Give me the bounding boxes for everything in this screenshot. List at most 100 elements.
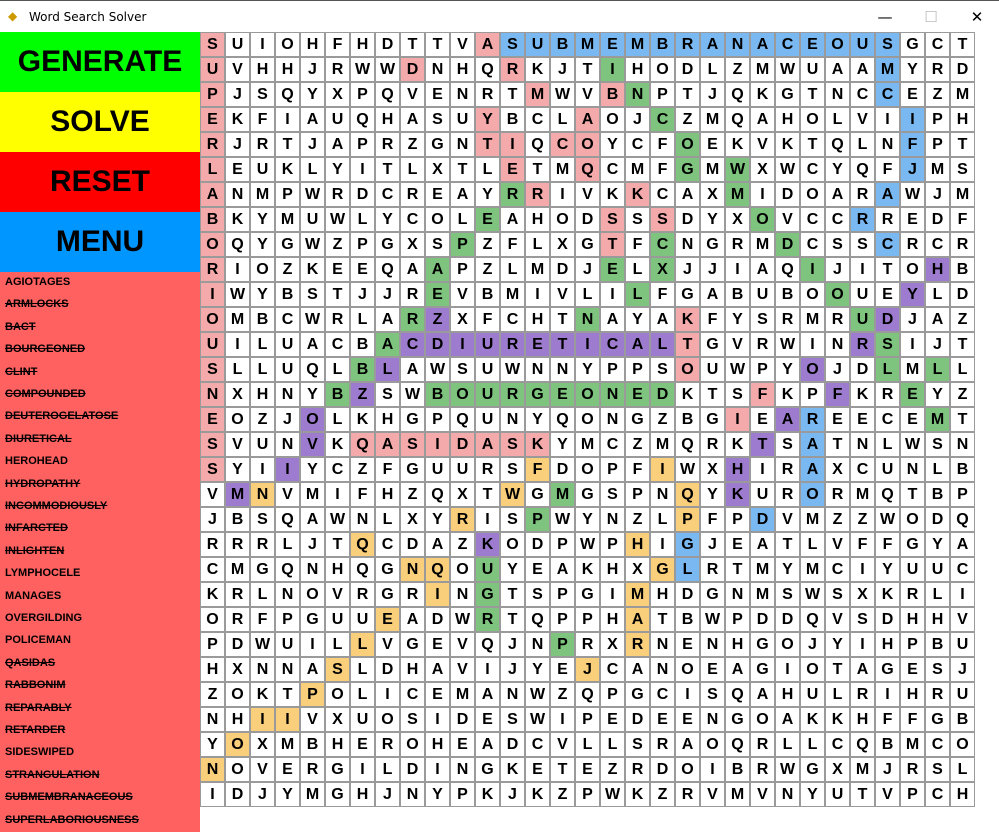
grid-cell[interactable]: E <box>200 107 225 132</box>
grid-cell[interactable]: W <box>250 632 275 657</box>
grid-cell[interactable]: N <box>200 382 225 407</box>
grid-cell[interactable]: R <box>325 57 350 82</box>
grid-cell[interactable]: I <box>575 332 600 357</box>
maximize-button[interactable]: ☐ <box>908 1 954 33</box>
grid-cell[interactable]: B <box>200 207 225 232</box>
grid-cell[interactable]: L <box>875 432 900 457</box>
grid-cell[interactable]: C <box>825 557 850 582</box>
grid-cell[interactable]: W <box>425 357 450 382</box>
grid-cell[interactable]: T <box>600 232 625 257</box>
grid-cell[interactable]: C <box>800 157 825 182</box>
grid-cell[interactable]: U <box>450 107 475 132</box>
grid-cell[interactable]: E <box>800 32 825 57</box>
grid-cell[interactable]: R <box>800 407 825 432</box>
grid-cell[interactable]: J <box>700 257 725 282</box>
grid-cell[interactable]: H <box>375 407 400 432</box>
grid-cell[interactable]: G <box>275 232 300 257</box>
grid-cell[interactable]: V <box>775 207 800 232</box>
grid-cell[interactable]: B <box>500 107 525 132</box>
grid-cell[interactable]: L <box>575 282 600 307</box>
grid-cell[interactable]: S <box>850 607 875 632</box>
grid-cell[interactable]: C <box>650 107 675 132</box>
grid-cell[interactable]: R <box>650 732 675 757</box>
grid-cell[interactable]: S <box>500 457 525 482</box>
grid-cell[interactable]: U <box>475 332 500 357</box>
grid-cell[interactable]: E <box>550 657 575 682</box>
grid-cell[interactable]: U <box>350 707 375 732</box>
grid-cell[interactable]: R <box>575 632 600 657</box>
grid-cell[interactable]: E <box>575 757 600 782</box>
grid-cell[interactable]: E <box>625 382 650 407</box>
grid-cell[interactable]: P <box>600 532 625 557</box>
grid-cell[interactable]: A <box>750 257 775 282</box>
grid-cell[interactable]: R <box>375 132 400 157</box>
generate-button[interactable]: GENERATE <box>0 32 200 92</box>
grid-cell[interactable]: Y <box>250 232 275 257</box>
grid-cell[interactable]: H <box>250 382 275 407</box>
grid-cell[interactable]: N <box>225 182 250 207</box>
grid-cell[interactable]: T <box>575 57 600 82</box>
grid-cell[interactable]: P <box>450 232 475 257</box>
grid-cell[interactable]: J <box>225 132 250 157</box>
grid-cell[interactable]: S <box>425 232 450 257</box>
grid-cell[interactable]: K <box>250 682 275 707</box>
grid-cell[interactable]: O <box>375 707 400 732</box>
grid-cell[interactable]: F <box>950 207 975 232</box>
grid-cell[interactable]: Q <box>275 507 300 532</box>
grid-cell[interactable]: K <box>325 432 350 457</box>
grid-cell[interactable]: N <box>200 757 225 782</box>
grid-cell[interactable]: T <box>950 32 975 57</box>
grid-cell[interactable]: H <box>900 607 925 632</box>
grid-cell[interactable]: U <box>850 32 875 57</box>
grid-cell[interactable]: A <box>375 432 400 457</box>
grid-cell[interactable]: T <box>275 132 300 157</box>
grid-cell[interactable]: L <box>325 632 350 657</box>
grid-cell[interactable]: L <box>250 357 275 382</box>
grid-cell[interactable]: Y <box>250 207 275 232</box>
grid-cell[interactable]: D <box>650 757 675 782</box>
grid-cell[interactable]: S <box>500 32 525 57</box>
grid-cell[interactable]: I <box>225 332 250 357</box>
grid-cell[interactable]: R <box>775 482 800 507</box>
grid-cell[interactable]: T <box>325 282 350 307</box>
grid-cell[interactable]: H <box>850 707 875 732</box>
grid-cell[interactable]: I <box>475 657 500 682</box>
grid-cell[interactable]: B <box>350 357 375 382</box>
grid-cell[interactable]: Y <box>700 482 725 507</box>
grid-cell[interactable]: W <box>675 457 700 482</box>
grid-cell[interactable]: K <box>300 257 325 282</box>
grid-cell[interactable]: N <box>450 582 475 607</box>
grid-cell[interactable]: E <box>850 407 875 432</box>
grid-cell[interactable]: T <box>650 607 675 632</box>
grid-cell[interactable]: E <box>475 207 500 232</box>
grid-cell[interactable]: Q <box>950 507 975 532</box>
grid-cell[interactable]: X <box>750 157 775 182</box>
grid-cell[interactable]: Q <box>275 557 300 582</box>
grid-cell[interactable]: L <box>350 682 375 707</box>
grid-cell[interactable]: U <box>250 157 275 182</box>
grid-cell[interactable]: U <box>425 457 450 482</box>
grid-cell[interactable]: G <box>575 482 600 507</box>
grid-cell[interactable]: P <box>950 482 975 507</box>
grid-cell[interactable]: P <box>450 782 475 807</box>
grid-cell[interactable]: U <box>200 57 225 82</box>
grid-cell[interactable]: T <box>500 607 525 632</box>
grid-cell[interactable]: W <box>500 357 525 382</box>
grid-cell[interactable]: O <box>200 307 225 332</box>
grid-cell[interactable]: R <box>750 732 775 757</box>
grid-cell[interactable]: N <box>650 657 675 682</box>
grid-cell[interactable]: Y <box>475 107 500 132</box>
grid-cell[interactable]: N <box>275 432 300 457</box>
grid-cell[interactable]: A <box>450 182 475 207</box>
grid-cell[interactable]: M <box>700 107 725 132</box>
grid-cell[interactable]: T <box>950 407 975 432</box>
grid-cell[interactable]: P <box>275 607 300 632</box>
grid-cell[interactable]: S <box>725 382 750 407</box>
grid-cell[interactable]: B <box>925 482 950 507</box>
grid-cell[interactable]: V <box>825 607 850 632</box>
grid-cell[interactable]: Y <box>775 357 800 382</box>
grid-cell[interactable]: X <box>425 157 450 182</box>
grid-cell[interactable]: C <box>600 332 625 357</box>
grid-cell[interactable]: K <box>625 182 650 207</box>
grid-cell[interactable]: A <box>950 532 975 557</box>
